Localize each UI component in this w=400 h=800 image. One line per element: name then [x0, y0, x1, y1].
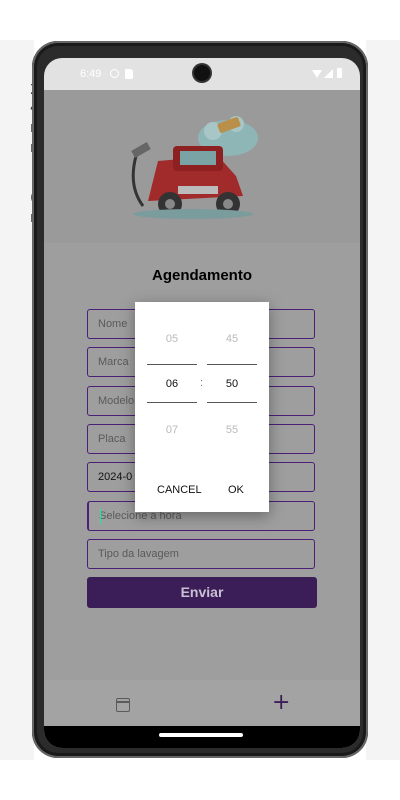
gesture-bar	[44, 726, 360, 748]
home-indicator[interactable]	[159, 733, 243, 737]
tipo-lavagem-field[interactable]: Tipo da lavagem	[87, 539, 315, 569]
hour-current[interactable]: 06	[147, 378, 197, 390]
status-time: 6:49	[80, 68, 102, 80]
divider	[147, 364, 197, 365]
signal-icon	[324, 69, 333, 78]
time-picker-dialog: 05 06 07 : 45 50 55 CANCEL OK	[135, 302, 269, 512]
divider	[147, 402, 197, 403]
enviar-button[interactable]: Enviar	[87, 577, 317, 608]
minute-next[interactable]: 55	[207, 424, 257, 436]
plus-icon[interactable]: +	[272, 690, 290, 715]
time-separator: :	[200, 377, 204, 389]
battery-icon	[337, 68, 342, 78]
background-left-strip: 2 4 r r ( r	[0, 40, 39, 760]
calendar-icon[interactable]	[116, 698, 130, 712]
car-wash-illustration	[131, 116, 258, 219]
cancel-button[interactable]: CANCEL	[157, 484, 202, 496]
text-cursor	[100, 509, 101, 524]
hero-banner	[44, 90, 360, 243]
divider	[207, 364, 257, 365]
divider	[207, 402, 257, 403]
hour-next[interactable]: 07	[147, 424, 197, 436]
minute-current[interactable]: 50	[207, 378, 257, 390]
hour-prev[interactable]: 05	[147, 333, 197, 345]
status-bar: 6:49	[44, 58, 360, 90]
camera-icon	[194, 65, 210, 81]
bottom-navigation: +	[44, 680, 360, 726]
settings-icon	[110, 69, 119, 78]
ok-button[interactable]: OK	[228, 484, 244, 496]
background-right-strip	[366, 40, 400, 760]
wifi-icon	[312, 70, 322, 78]
sd-card-icon	[125, 69, 133, 79]
minute-prev[interactable]: 45	[207, 333, 257, 345]
form-title: Agendamento	[151, 267, 252, 284]
